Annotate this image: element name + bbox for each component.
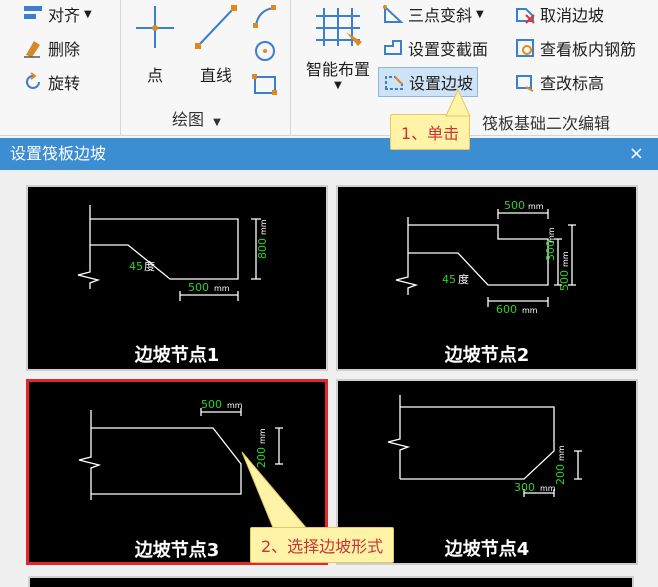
- line-label: 直线: [199, 66, 232, 85]
- callout-step1: 1、单击: [390, 114, 471, 150]
- point-button[interactable]: 点: [130, 2, 180, 85]
- dim-top: 500: [201, 398, 222, 411]
- cancel-slope-label: 取消边坡: [540, 6, 605, 25]
- ribbon-toolbar: 对齐 ▼ 删除 旋转 点 直线 绘图 ▼ 智能布置 ▼ 三点变斜 ▼ 设置变截面…: [0, 0, 658, 136]
- smart-layout-button[interactable]: 智能布置 ▼: [298, 2, 378, 98]
- point-icon: [136, 6, 174, 48]
- eraser-icon: [22, 37, 44, 59]
- dim-width: 300: [514, 481, 535, 494]
- ribbon-separator: [120, 0, 121, 136]
- set-section-label: 设置变截面: [408, 40, 489, 59]
- chevron-down-icon: ▼: [334, 80, 342, 91]
- dim-unit: mm: [547, 227, 556, 243]
- dim-unit: 度: [144, 259, 155, 273]
- dim-unit: mm: [540, 484, 556, 493]
- set-slope-icon: [383, 71, 405, 93]
- ribbon-separator: [290, 0, 291, 136]
- dialog-title-bar: 设置筏板边坡 ×: [0, 138, 658, 170]
- rotate-icon: [22, 71, 44, 93]
- dim-top: 500: [504, 199, 525, 212]
- dim-width: 600: [496, 303, 517, 316]
- chevron-down-icon: ▼: [476, 8, 484, 20]
- app-root: 对齐 ▼ 删除 旋转 点 直线 绘图 ▼ 智能布置 ▼ 三点变斜 ▼ 设置变截面…: [0, 0, 658, 587]
- slope-triangle-icon: [382, 3, 404, 25]
- delete-label: 删除: [48, 40, 81, 59]
- dim-unit: mm: [214, 284, 230, 293]
- dim-unit: mm: [258, 428, 267, 444]
- raft-group-label: 筏板基础二次编辑: [482, 114, 611, 133]
- line-icon: [195, 5, 237, 49]
- dim-unit: mm: [528, 202, 544, 211]
- dim-height: 800: [256, 238, 269, 259]
- chevron-down-icon: ▼: [84, 8, 92, 20]
- rotate-button[interactable]: 旋转: [22, 70, 80, 94]
- delete-button[interactable]: 删除: [22, 36, 80, 60]
- dim-unit: mm: [557, 445, 566, 461]
- arc-icon[interactable]: [250, 2, 280, 32]
- dim-unit: mm: [522, 306, 538, 315]
- slope-node-1-card[interactable]: 45 度 800 mm 500 mm 边坡节点1: [26, 185, 328, 371]
- cancel-slope-button[interactable]: 取消边坡: [514, 2, 604, 26]
- dialog-title: 设置筏板边坡: [10, 144, 107, 163]
- draw-shapes-column: [250, 2, 280, 98]
- line-button[interactable]: 直线: [188, 2, 244, 85]
- three-point-slope-button[interactable]: 三点变斜 ▼: [382, 2, 484, 26]
- rotate-label: 旋转: [48, 74, 81, 93]
- rebar-view-icon: [514, 37, 536, 59]
- three-point-slope-label: 三点变斜: [408, 6, 473, 25]
- slope-node-5-card-partial[interactable]: [28, 576, 634, 587]
- callout-pointer: [445, 88, 471, 117]
- dim-unit: 度: [458, 272, 469, 286]
- dim-unit: mm: [561, 251, 570, 267]
- view-rebar-label: 查看板内钢筋: [540, 40, 637, 59]
- slope-node-2-card[interactable]: 500 mm 300 mm 500 mm 45 度 600 mm 边坡节点2: [336, 185, 638, 371]
- dim-unit: mm: [259, 219, 268, 235]
- dim-angle: 45: [129, 260, 143, 273]
- close-icon[interactable]: ×: [629, 138, 644, 170]
- chevron-down-icon: ▼: [213, 117, 221, 128]
- smart-layout-icon: [316, 8, 362, 46]
- elevation-icon: [514, 71, 536, 93]
- set-section-button[interactable]: 设置变截面: [382, 36, 488, 60]
- slope-node-1-label: 边坡节点1: [134, 345, 220, 366]
- align-icon: [22, 3, 44, 25]
- section-icon: [382, 37, 404, 59]
- change-elevation-button[interactable]: 查改标高: [514, 70, 604, 94]
- draw-group-text: 绘图: [172, 110, 205, 129]
- dim-width: 500: [188, 281, 209, 294]
- callout-pointer: [241, 451, 310, 531]
- dim-unit: mm: [227, 401, 243, 410]
- point-label: 点: [146, 66, 163, 85]
- slope-node-2-label: 边坡节点2: [444, 345, 530, 366]
- dim-height: 500: [558, 270, 571, 291]
- align-button[interactable]: 对齐 ▼: [22, 2, 92, 26]
- callout-step2: 2、选择边坡形式: [250, 527, 395, 563]
- rectangle-icon[interactable]: [250, 70, 280, 100]
- view-rebar-button[interactable]: 查看板内钢筋: [514, 36, 636, 60]
- align-label: 对齐: [48, 6, 81, 25]
- draw-group-label[interactable]: 绘图 ▼: [172, 106, 221, 130]
- dim-angle: 45: [442, 273, 456, 286]
- dim-height: 200: [554, 464, 567, 485]
- circle-icon[interactable]: [250, 36, 280, 66]
- cancel-slope-icon: [514, 3, 536, 25]
- change-elevation-label: 查改标高: [540, 74, 605, 93]
- smart-layout-label: 智能布置: [305, 60, 370, 79]
